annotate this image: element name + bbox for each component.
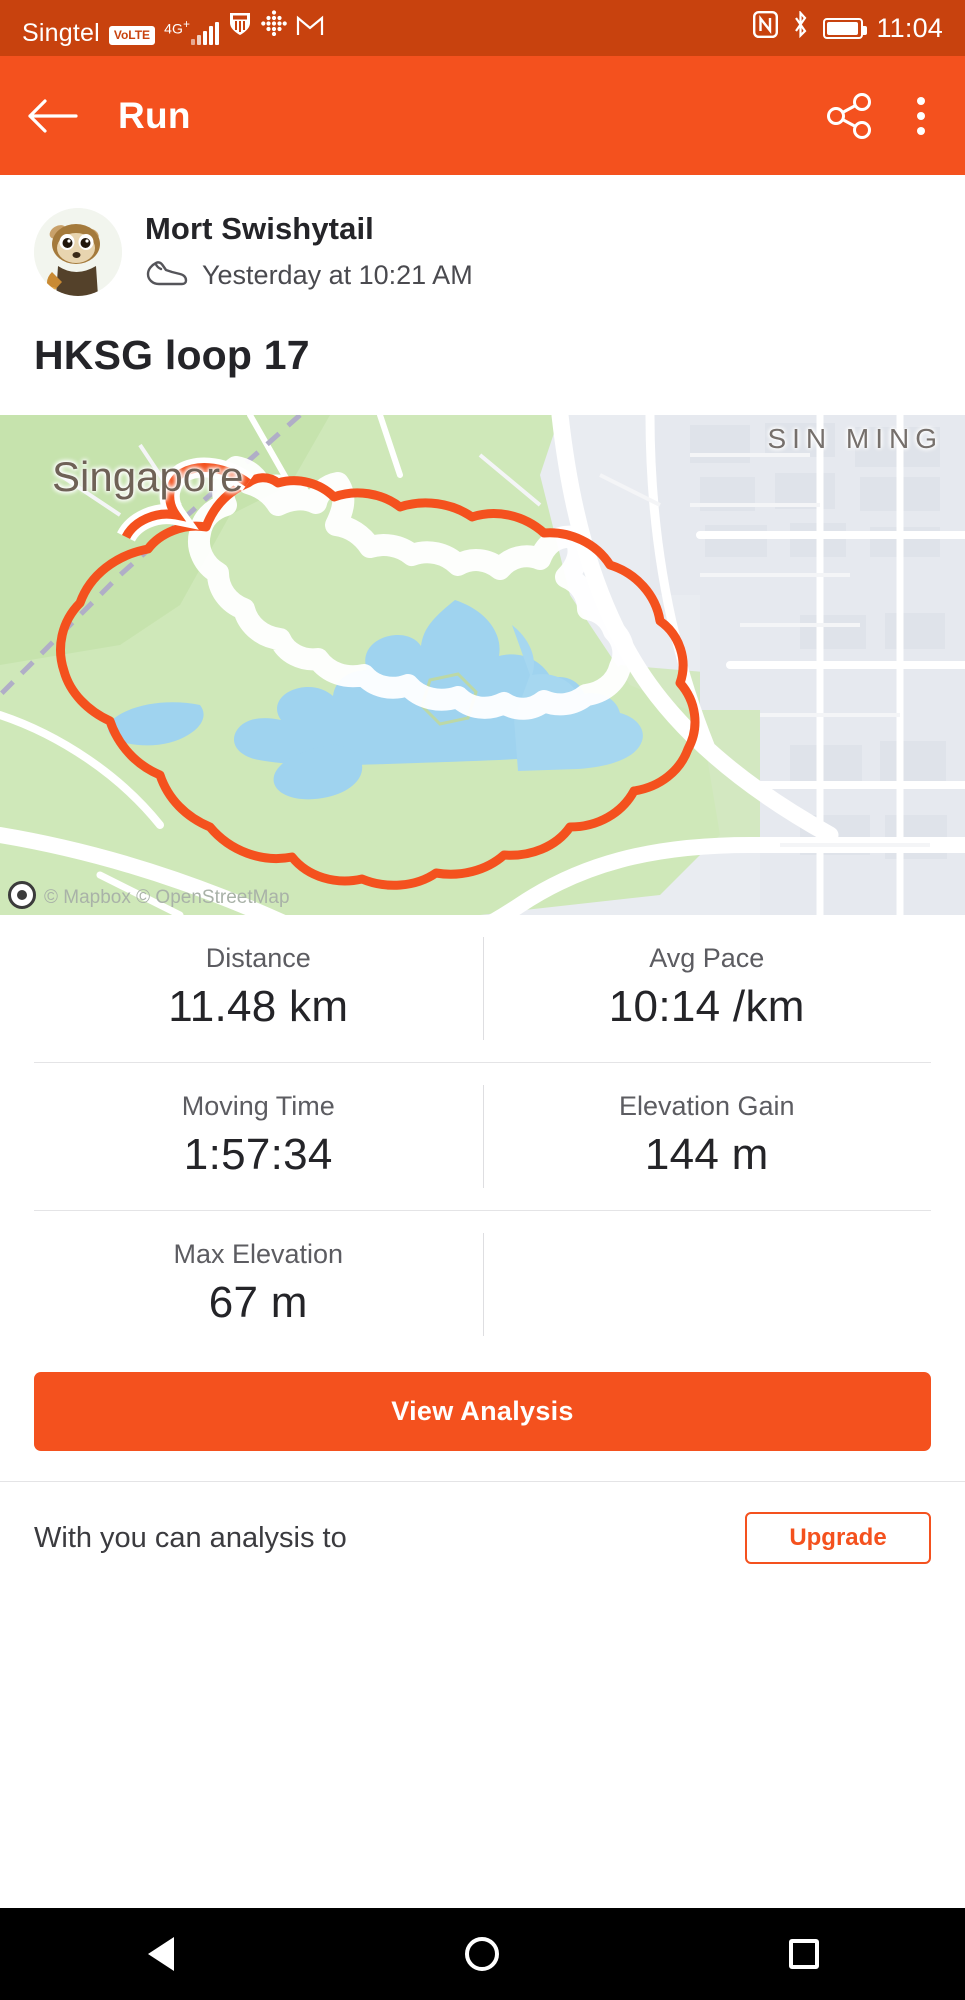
- running-shoe-icon: [145, 258, 189, 293]
- stats-row: Moving Time 1:57:34 Elevation Gain 144 m: [34, 1062, 931, 1210]
- status-bar-right: 11:04: [753, 10, 943, 45]
- clock-label: 11:04: [876, 12, 943, 43]
- bluetooth-icon: [791, 10, 810, 45]
- stat-elevation-gain: Elevation Gain 144 m: [483, 1063, 932, 1210]
- nav-recents-square-icon[interactable]: [744, 1939, 864, 1969]
- upsell-section: With you can analysis to Upgrade: [0, 1481, 965, 1564]
- stat-value: 11.48 km: [168, 982, 349, 1031]
- app-grid-icon: [261, 10, 287, 43]
- network-type-label: 4G: [164, 21, 184, 37]
- carrier-label: Singtel: [22, 19, 100, 47]
- stat-label: Moving Time: [181, 1091, 335, 1121]
- network-plus-label: +: [183, 18, 191, 32]
- upsell-text: With you can analysis to: [34, 1521, 347, 1554]
- vpn-icon: [228, 11, 252, 44]
- stat-value: 10:14 /km: [608, 982, 805, 1031]
- athlete-row[interactable]: Mort Swishytail Yesterday at 10:21 AM: [0, 175, 965, 296]
- nav-back-triangle-icon[interactable]: [101, 1937, 221, 1971]
- activity-timestamp: Yesterday at 10:21 AM: [202, 260, 473, 290]
- activity-meta: Yesterday at 10:21 AM: [145, 258, 473, 293]
- android-nav-bar: [0, 1908, 965, 2000]
- activity-map[interactable]: Singapore SIN MING © Mapbox © OpenStreet…: [0, 415, 965, 915]
- stat-label: Distance: [205, 943, 311, 973]
- stats-row: Max Elevation 67 m: [34, 1210, 931, 1358]
- stat-label: Elevation Gain: [618, 1091, 795, 1121]
- athlete-name: Mort Swishytail: [145, 211, 374, 246]
- stat-moving-time: Moving Time 1:57:34: [34, 1063, 483, 1210]
- map-attribution[interactable]: © Mapbox © OpenStreetMap: [44, 887, 290, 909]
- activity-title: HKSG loop 17: [34, 332, 310, 378]
- stat-empty: [483, 1211, 932, 1358]
- view-analysis-wrap: View Analysis: [0, 1358, 965, 1481]
- mapbox-logo-icon[interactable]: [8, 881, 36, 909]
- stat-max-elevation: Max Elevation 67 m: [34, 1211, 483, 1358]
- stats-grid: Distance 11.48 km Avg Pace 10:14 /km Mov…: [0, 915, 965, 1358]
- nfc-icon: [753, 11, 779, 45]
- map-canvas: [0, 415, 965, 915]
- athlete-text: Mort Swishytail Yesterday at 10:21 AM: [145, 211, 473, 293]
- status-bar: Singtel VoLTE 4G+ 11:04: [0, 0, 965, 56]
- overflow-menu-icon[interactable]: [903, 96, 939, 135]
- app-bar: Run: [0, 56, 965, 175]
- status-bar-left: Singtel VoLTE 4G+: [22, 10, 324, 46]
- stat-value: 67 m: [208, 1278, 308, 1327]
- page-title: Run: [118, 94, 191, 136]
- gmail-icon: [296, 15, 324, 44]
- upgrade-button[interactable]: Upgrade: [745, 1512, 931, 1564]
- view-analysis-button[interactable]: View Analysis: [34, 1372, 931, 1451]
- stat-distance: Distance 11.48 km: [34, 915, 483, 1062]
- stat-value: 1:57:34: [183, 1130, 333, 1179]
- stat-value: 144 m: [644, 1130, 769, 1179]
- battery-icon: [823, 17, 868, 39]
- avatar[interactable]: [34, 208, 122, 296]
- stat-label: Avg Pace: [649, 943, 765, 973]
- back-arrow-icon[interactable]: [26, 97, 78, 135]
- signal-bars-icon: 4G+: [164, 19, 220, 45]
- stat-avg-pace: Avg Pace 10:14 /km: [483, 915, 932, 1062]
- volte-badge: VoLTE: [108, 26, 156, 45]
- share-icon[interactable]: [825, 91, 875, 141]
- stat-label: Max Elevation: [173, 1239, 344, 1269]
- nav-home-circle-icon[interactable]: [422, 1937, 542, 1971]
- stats-row: Distance 11.48 km Avg Pace 10:14 /km: [34, 915, 931, 1062]
